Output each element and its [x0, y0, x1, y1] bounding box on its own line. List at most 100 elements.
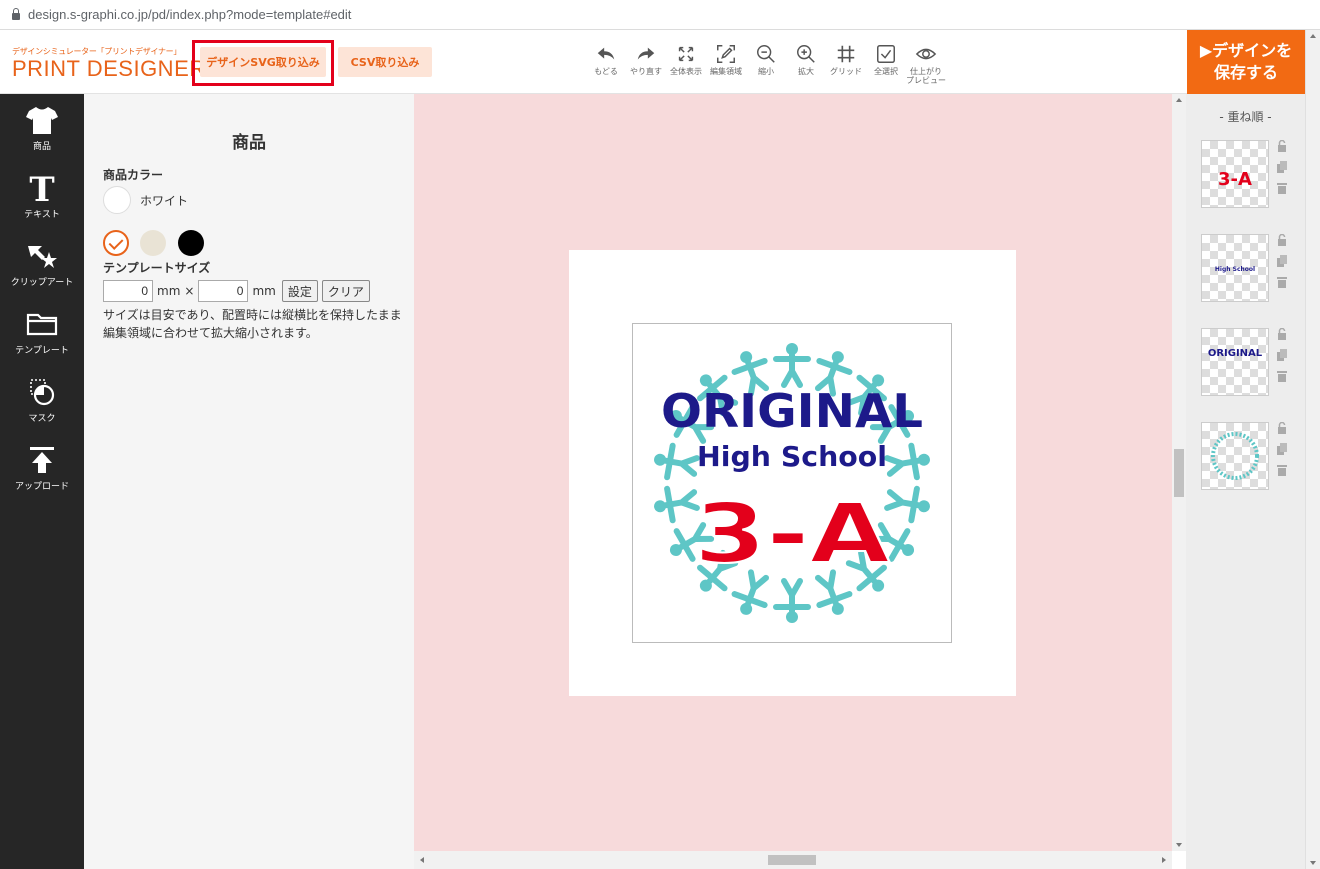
save-label-line1: ▶デザインを	[1199, 41, 1293, 60]
scroll-up-arrow[interactable]	[1176, 98, 1182, 102]
fit-screen-icon	[678, 46, 694, 62]
color-option-black[interactable]	[178, 230, 204, 256]
scroll-up-arrow[interactable]	[1310, 34, 1316, 38]
lock-icon[interactable]	[1276, 140, 1288, 152]
copy-icon[interactable]	[1276, 255, 1288, 267]
ring-figure	[884, 442, 930, 481]
scroll-left-arrow[interactable]	[420, 857, 424, 863]
color-option-beige[interactable]	[140, 230, 166, 256]
copy-icon[interactable]	[1276, 161, 1288, 173]
lock-icon[interactable]	[1276, 328, 1288, 340]
scroll-down-arrow[interactable]	[1310, 861, 1316, 865]
layer-controls	[1275, 328, 1289, 391]
unit-label: mm	[252, 284, 276, 298]
current-color-swatch	[103, 186, 131, 214]
sidebar-item-product[interactable]: 商品	[0, 94, 84, 162]
csv-import-button[interactable]: CSV取り込み	[338, 47, 432, 77]
lock-icon[interactable]	[1276, 234, 1288, 246]
edit-area-button[interactable]: 編集領域	[706, 43, 746, 85]
mask-icon	[30, 379, 55, 406]
clear-size-button[interactable]: クリア	[321, 280, 370, 302]
sidebar-label: テンプレート	[15, 346, 69, 356]
url-text[interactable]: design.s-graphi.co.jp/pd/index.php?mode=…	[28, 7, 351, 22]
lock-icon[interactable]	[1276, 422, 1288, 434]
scroll-right-arrow[interactable]	[1162, 857, 1166, 863]
canvas-vertical-scrollbar[interactable]	[1172, 94, 1186, 851]
layer-preview	[1211, 432, 1259, 480]
layer-controls	[1275, 140, 1289, 203]
select-all-button[interactable]: 全選択	[866, 43, 906, 85]
ring-figure	[884, 485, 930, 524]
layer-thumb-ring[interactable]	[1201, 422, 1269, 490]
layer-thumb-high-school[interactable]: High School	[1201, 234, 1269, 302]
text-icon: T	[29, 172, 54, 204]
zoom-in-button[interactable]: 拡大	[786, 43, 826, 85]
preview-button[interactable]: 仕上がり プレビュー	[906, 43, 946, 85]
copy-icon[interactable]	[1276, 443, 1288, 455]
copy-icon[interactable]	[1276, 349, 1288, 361]
layer-preview: High School	[1215, 266, 1255, 273]
tool-label: 編集領域	[710, 67, 742, 76]
highlight-box	[192, 40, 334, 86]
scroll-thumb[interactable]	[1174, 449, 1184, 497]
save-design-button[interactable]: ▶デザインを 保存する	[1187, 30, 1305, 94]
tool-label: グリッド	[830, 67, 862, 76]
design-line3: 3-A	[694, 487, 891, 582]
tool-label: 拡大	[798, 67, 814, 76]
window-scrollbar[interactable]	[1305, 30, 1320, 869]
sidebar-label: マスク	[28, 414, 56, 424]
sidebar-item-upload[interactable]: アップロード	[0, 434, 84, 502]
left-toolbar: 商品 T テキスト クリップアート テンプレート マスク アップロード	[0, 94, 84, 869]
unit-label: mm	[157, 284, 181, 298]
ring-figure	[654, 485, 700, 524]
layer-thumb-3a[interactable]: 3-A	[1201, 140, 1269, 208]
layer-preview-text: ORIGINAL	[1208, 348, 1263, 359]
sidebar-item-mask[interactable]: マスク	[0, 366, 84, 434]
tool-label: やり直す	[630, 67, 662, 76]
design-canvas[interactable]: ORIGINAL High School 3-A	[414, 94, 1172, 851]
sidebar-label: アップロード	[14, 482, 69, 492]
scroll-thumb[interactable]	[768, 855, 816, 865]
redo-button[interactable]: やり直す	[626, 43, 666, 85]
select-all-icon	[877, 45, 895, 63]
sidebar-item-text[interactable]: T テキスト	[0, 162, 84, 230]
sidebar-label: テキスト	[24, 210, 60, 220]
height-input[interactable]	[198, 280, 249, 302]
zoom-out-icon	[757, 45, 775, 63]
fit-screen-button[interactable]: 全体表示	[666, 43, 706, 85]
canvas-horizontal-scrollbar[interactable]	[414, 851, 1172, 869]
undo-icon	[597, 47, 615, 60]
design-line2: High School	[697, 440, 887, 473]
sidebar-label: クリップアート	[10, 278, 74, 288]
template-size-row: mm × mm 設定 クリア	[103, 280, 370, 302]
sidebar-item-clipart[interactable]: クリップアート	[0, 230, 84, 298]
scroll-down-arrow[interactable]	[1176, 843, 1182, 847]
save-label-line2: 保存する	[1213, 63, 1278, 82]
trash-icon[interactable]	[1276, 370, 1288, 382]
set-size-button[interactable]: 設定	[281, 280, 318, 302]
layer-thumb-original[interactable]: ORIGINAL	[1201, 328, 1269, 396]
color-option-white[interactable]	[103, 230, 129, 256]
current-color-name: ホワイト	[140, 194, 189, 208]
zoom-out-button[interactable]: 縮小	[746, 43, 786, 85]
address-bar[interactable]: design.s-graphi.co.jp/pd/index.php?mode=…	[0, 0, 1320, 30]
layer-controls	[1275, 422, 1289, 485]
trash-icon[interactable]	[1276, 464, 1288, 476]
trash-icon[interactable]	[1276, 276, 1288, 288]
trash-icon[interactable]	[1276, 182, 1288, 194]
grid-button[interactable]: グリッド	[826, 43, 866, 85]
design-template[interactable]: ORIGINAL High School 3-A	[632, 323, 952, 643]
sidebar-item-template[interactable]: テンプレート	[0, 298, 84, 366]
width-input[interactable]	[103, 280, 153, 302]
brand-logo[interactable]: デザインシミュレーター「プリントデザイナー」 PRINT DESIGNER	[12, 46, 206, 80]
ring-figure	[773, 578, 811, 623]
tool-label: 全選択	[874, 67, 898, 76]
layer-preview-text: 3-A	[1218, 169, 1252, 190]
undo-button[interactable]: もどる	[586, 43, 626, 85]
layer-preview: 3-A	[1218, 169, 1252, 190]
ring-figure	[773, 343, 811, 388]
eye-icon	[915, 48, 937, 60]
upload-icon	[30, 447, 54, 473]
tool-label: 仕上がり プレビュー	[906, 67, 946, 85]
folder-icon	[26, 313, 58, 336]
